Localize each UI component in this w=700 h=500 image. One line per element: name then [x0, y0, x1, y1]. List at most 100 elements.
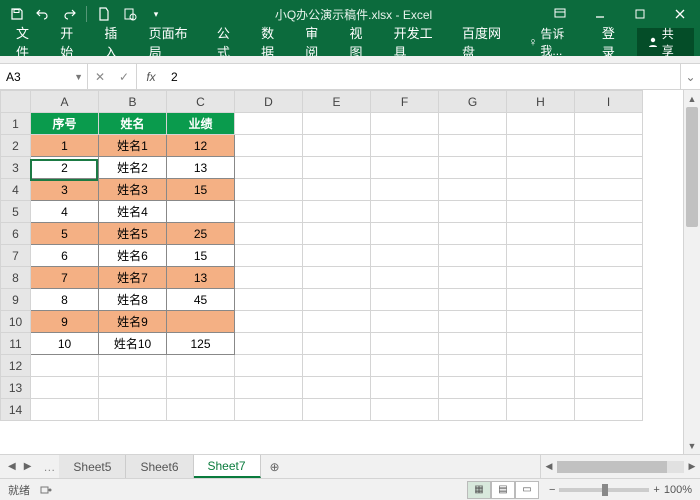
cell[interactable] [507, 113, 575, 135]
row-header[interactable]: 10 [1, 311, 31, 333]
cell[interactable] [31, 399, 99, 421]
cell[interactable]: 3 [31, 179, 99, 201]
cell[interactable] [575, 157, 643, 179]
normal-view-icon[interactable]: ▦ [467, 481, 491, 499]
cell[interactable]: 6 [31, 245, 99, 267]
close-icon[interactable] [660, 0, 700, 28]
ribbon-tab[interactable]: 审阅 [295, 28, 339, 56]
undo-icon[interactable] [32, 3, 54, 25]
cell[interactable] [235, 223, 303, 245]
cell[interactable] [303, 399, 371, 421]
cell[interactable]: 姓名2 [99, 157, 167, 179]
vscroll-thumb[interactable] [686, 107, 698, 227]
cell[interactable] [371, 113, 439, 135]
cell[interactable] [371, 179, 439, 201]
cell[interactable] [575, 311, 643, 333]
cell[interactable] [371, 399, 439, 421]
sheet-tab[interactable]: Sheet7 [194, 455, 261, 478]
ribbon-tab[interactable]: 公式 [207, 28, 251, 56]
cell[interactable] [371, 377, 439, 399]
cell[interactable] [575, 333, 643, 355]
cell[interactable] [99, 399, 167, 421]
column-header[interactable]: A [31, 91, 99, 113]
cell[interactable] [31, 377, 99, 399]
column-header[interactable]: E [303, 91, 371, 113]
qat-customize-icon[interactable]: ▾ [145, 3, 167, 25]
cell[interactable] [235, 399, 303, 421]
cell[interactable] [507, 201, 575, 223]
cell[interactable] [303, 135, 371, 157]
row-header[interactable]: 11 [1, 333, 31, 355]
ribbon-tab[interactable]: 数据 [251, 28, 295, 56]
cell[interactable] [439, 157, 507, 179]
row-header[interactable]: 3 [1, 157, 31, 179]
name-box-dropdown-icon[interactable]: ▼ [74, 72, 83, 82]
column-header[interactable]: C [167, 91, 235, 113]
scroll-left-icon[interactable]: ◀ [541, 461, 557, 472]
row-header[interactable]: 7 [1, 245, 31, 267]
cell[interactable] [575, 267, 643, 289]
zoom-level[interactable]: 100% [664, 484, 692, 496]
cell[interactable] [507, 289, 575, 311]
cell[interactable] [575, 135, 643, 157]
column-header[interactable]: F [371, 91, 439, 113]
row-header[interactable]: 6 [1, 223, 31, 245]
cell[interactable] [575, 223, 643, 245]
cell[interactable] [235, 135, 303, 157]
cell[interactable]: 10 [31, 333, 99, 355]
save-icon[interactable] [6, 3, 28, 25]
cell[interactable] [235, 113, 303, 135]
cell[interactable] [235, 157, 303, 179]
cell[interactable]: 姓名1 [99, 135, 167, 157]
cell[interactable] [439, 399, 507, 421]
cell[interactable] [371, 223, 439, 245]
column-header[interactable]: B [99, 91, 167, 113]
cell[interactable] [507, 333, 575, 355]
cell[interactable]: 1 [31, 135, 99, 157]
cell[interactable] [235, 179, 303, 201]
select-all-corner[interactable] [1, 91, 31, 113]
column-header[interactable]: G [439, 91, 507, 113]
cancel-formula-icon[interactable]: ✕ [88, 64, 112, 89]
cell[interactable]: 姓名7 [99, 267, 167, 289]
cell[interactable] [371, 245, 439, 267]
cell[interactable] [235, 333, 303, 355]
cell[interactable] [371, 311, 439, 333]
cell[interactable] [303, 179, 371, 201]
cell[interactable] [575, 179, 643, 201]
add-sheet-button[interactable]: ⊕ [261, 455, 289, 478]
cell[interactable]: 业绩 [167, 113, 235, 135]
cell[interactable] [507, 223, 575, 245]
cell[interactable] [439, 333, 507, 355]
cell[interactable]: 13 [167, 267, 235, 289]
scroll-up-icon[interactable]: ▲ [684, 90, 700, 107]
cell[interactable] [439, 267, 507, 289]
cell[interactable] [575, 289, 643, 311]
row-header[interactable]: 4 [1, 179, 31, 201]
share-button[interactable]: 共享 [637, 28, 694, 56]
cell[interactable]: 125 [167, 333, 235, 355]
cell[interactable] [439, 377, 507, 399]
scroll-down-icon[interactable]: ▼ [684, 437, 700, 454]
cell[interactable] [507, 135, 575, 157]
ribbon-tab[interactable]: 插入 [94, 28, 138, 56]
accept-formula-icon[interactable]: ✓ [112, 64, 136, 89]
cell[interactable] [507, 267, 575, 289]
vertical-scrollbar[interactable]: ▲ ▼ [683, 90, 700, 454]
cell[interactable] [439, 245, 507, 267]
zoom-out-button[interactable]: − [549, 484, 555, 496]
cell[interactable] [235, 245, 303, 267]
row-header[interactable]: 14 [1, 399, 31, 421]
cell[interactable] [507, 245, 575, 267]
ribbon-tab[interactable]: 视图 [339, 28, 383, 56]
zoom-in-button[interactable]: + [653, 484, 659, 496]
name-box[interactable]: ▼ [0, 64, 88, 89]
cell[interactable] [371, 333, 439, 355]
cell[interactable] [303, 289, 371, 311]
cell[interactable] [439, 135, 507, 157]
cell[interactable]: 姓名4 [99, 201, 167, 223]
ribbon-tab[interactable]: 百度网盘 [452, 28, 520, 56]
sheet-tab[interactable]: Sheet5 [59, 455, 126, 478]
cell[interactable] [303, 311, 371, 333]
cell[interactable] [507, 355, 575, 377]
